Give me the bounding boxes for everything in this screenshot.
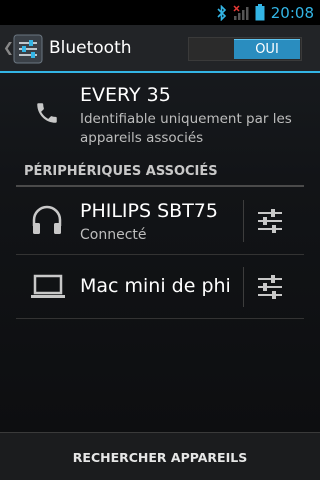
device-title: PHILIPS SBT75 <box>80 200 218 222</box>
phone-icon <box>34 100 60 130</box>
action-bar: ❮ Bluetooth OUI <box>0 25 320 73</box>
paired-device-row[interactable]: PHILIPS SBT75 Connecté <box>0 188 320 254</box>
device-name[interactable]: EVERY 35 <box>80 84 171 106</box>
screen: 20:08 ❮ Bluetooth OUI EVERY 35 Identifia… <box>0 0 320 480</box>
settings-app-icon[interactable] <box>13 34 43 64</box>
section-divider <box>16 185 304 187</box>
device-settings-icon[interactable] <box>256 273 284 301</box>
row-separator <box>243 267 244 307</box>
list-divider <box>16 318 304 319</box>
paired-devices-header: PÉRIPHÉRIQUES ASSOCIÉS <box>24 164 218 179</box>
device-settings-icon[interactable] <box>256 207 284 235</box>
headphones-icon <box>30 204 64 240</box>
search-devices-label: RECHERCHER APPAREILS <box>72 450 248 465</box>
signal-no-service-icon <box>233 4 249 21</box>
bluetooth-toggle[interactable]: OUI <box>188 37 302 61</box>
page-title: Bluetooth <box>49 38 132 58</box>
device-status: Connecté <box>80 227 147 243</box>
battery-icon <box>255 4 265 21</box>
paired-device-row[interactable]: Mac mini de phil <box>0 255 320 318</box>
laptop-icon <box>30 274 66 304</box>
toggle-on-label: OUI <box>234 39 300 59</box>
row-separator <box>243 200 244 242</box>
status-bar: 20:08 <box>0 0 320 25</box>
bluetooth-icon <box>217 4 227 21</box>
device-visibility-text: Identifiable uniquement par les appareil… <box>80 111 292 146</box>
clock: 20:08 <box>270 3 314 22</box>
search-devices-button[interactable]: RECHERCHER APPAREILS <box>0 432 320 480</box>
device-title: Mac mini de phil <box>80 275 232 297</box>
